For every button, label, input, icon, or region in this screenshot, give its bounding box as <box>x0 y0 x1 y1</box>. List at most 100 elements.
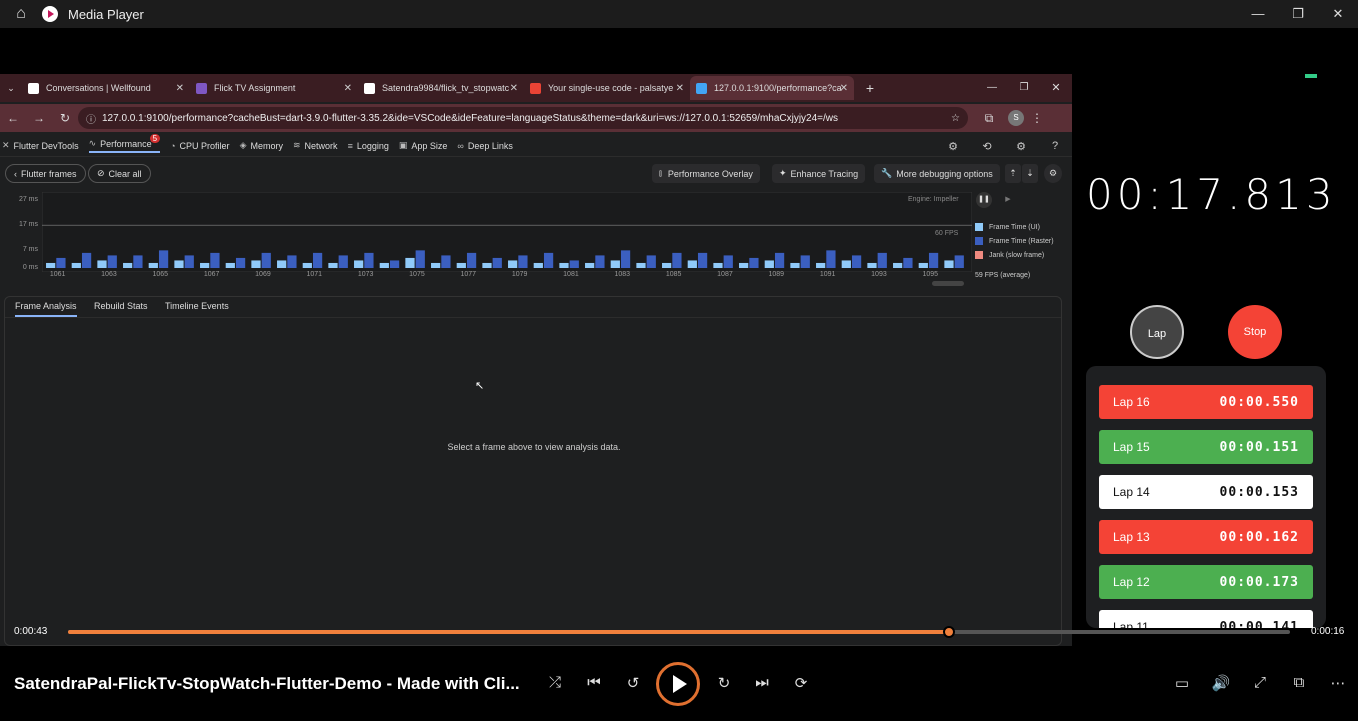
clear-all-button[interactable]: ⊘ Clear all <box>88 164 151 183</box>
download-icon[interactable]: ⇣ <box>1022 164 1038 183</box>
ui-frame-bar[interactable] <box>200 262 210 268</box>
ui-frame-bar[interactable] <box>739 262 749 268</box>
ui-frame-bar[interactable] <box>636 262 646 268</box>
raster-frame-bar[interactable] <box>56 257 66 268</box>
raster-frame-bar[interactable] <box>389 260 400 268</box>
ui-frame-bar[interactable] <box>867 262 877 268</box>
home-icon[interactable]: ⌂ <box>0 5 42 23</box>
ui-frame-bar[interactable] <box>71 262 81 268</box>
ui-frame-bar[interactable] <box>790 262 800 268</box>
pause-icon[interactable]: ❚❚ <box>976 192 992 208</box>
devtools-feedback-icon[interactable]: ⟲ <box>970 140 1004 153</box>
chart-scrollbar[interactable] <box>932 281 964 286</box>
browser-minimize-icon[interactable]: — <box>976 74 1008 102</box>
resume-icon[interactable]: ▶ <box>1002 192 1014 208</box>
ui-frame-bar[interactable] <box>944 260 954 268</box>
seek-thumb[interactable] <box>943 626 956 638</box>
ui-frame-bar[interactable] <box>354 260 364 268</box>
raster-frame-bar[interactable] <box>774 252 785 268</box>
subtab-rebuild-stats[interactable]: Rebuild Stats <box>94 301 148 311</box>
ui-frame-bar[interactable] <box>148 262 158 268</box>
volume-icon[interactable]: 🔊 <box>1209 674 1233 692</box>
ui-frame-bar[interactable] <box>277 260 287 268</box>
devtools-settings-gear-icon[interactable]: ⚙ <box>936 140 970 153</box>
raster-frame-bar[interactable] <box>543 252 554 268</box>
ui-frame-bar[interactable] <box>46 262 56 268</box>
previous-icon[interactable]: ⏮ <box>582 674 606 691</box>
raster-frame-bar[interactable] <box>672 252 682 268</box>
raster-frame-bar[interactable] <box>903 257 913 268</box>
ui-frame-bar[interactable] <box>841 260 851 268</box>
export-icon[interactable]: ⇡ <box>1005 164 1021 183</box>
subtab-frame-analysis[interactable]: Frame Analysis <box>15 301 77 317</box>
raster-frame-bar[interactable] <box>723 255 733 268</box>
ui-frame-bar[interactable] <box>713 262 723 268</box>
rewind-10-icon[interactable]: ↺ <box>621 674 645 692</box>
devtools-help-icon[interactable]: ? <box>1038 140 1072 152</box>
ui-frame-bar[interactable] <box>559 262 569 268</box>
raster-frame-bar[interactable] <box>954 255 964 268</box>
raster-frame-bar[interactable] <box>338 255 348 268</box>
raster-frame-bar[interactable] <box>492 257 502 268</box>
ui-frame-bar[interactable] <box>533 262 543 268</box>
mini-player-icon[interactable]: ⧉ <box>1287 674 1311 691</box>
ui-frame-bar[interactable] <box>123 262 133 268</box>
more-options-icon[interactable]: ⋯ <box>1326 674 1350 692</box>
ui-frame-bar[interactable] <box>662 262 672 268</box>
back-arrow-icon[interactable]: ← <box>0 111 26 125</box>
devtools-options-gear-icon[interactable]: ⚙ <box>1004 140 1038 153</box>
tab-close-icon[interactable]: ✕ <box>840 83 848 94</box>
raster-frame-bar[interactable] <box>928 252 939 268</box>
browser-menu-icon[interactable]: ⋮ <box>1024 111 1050 125</box>
raster-frame-bar[interactable] <box>646 255 656 268</box>
ui-frame-bar[interactable] <box>687 260 697 268</box>
devtools-tab-network[interactable]: ≋ Network <box>293 140 338 151</box>
devtools-tab-app-size[interactable]: ▣ App Size <box>399 140 448 151</box>
bookmark-star-icon[interactable]: ☆ <box>951 113 960 124</box>
subtab-timeline-events[interactable]: Timeline Events <box>165 301 229 311</box>
browser-tab[interactable]: Your single-use code - palsatye ✕ <box>524 76 690 100</box>
ui-frame-bar[interactable] <box>97 260 107 268</box>
raster-frame-bar[interactable] <box>851 255 862 268</box>
raster-frame-bar[interactable] <box>81 252 92 268</box>
ui-frame-bar[interactable] <box>508 260 518 268</box>
devtools-tab-memory[interactable]: ◈ Memory <box>240 140 283 151</box>
ui-frame-bar[interactable] <box>893 262 903 268</box>
devtools-tab-cpu-profiler[interactable]: ◔ CPU Profiler <box>170 141 229 151</box>
close-icon[interactable]: ✕ <box>1318 0 1358 28</box>
raster-frame-bar[interactable] <box>749 257 759 268</box>
browser-maximize-icon[interactable]: ❐ <box>1008 74 1040 102</box>
minimize-icon[interactable]: — <box>1238 0 1278 28</box>
devtools-tab-deep-links[interactable]: ∞ Deep Links <box>457 141 512 151</box>
tab-close-icon[interactable]: ✕ <box>676 83 684 94</box>
maximize-icon[interactable]: ❐ <box>1278 0 1318 28</box>
raster-frame-bar[interactable] <box>158 250 169 268</box>
enhance-tracing-button[interactable]: ✦ Enhance Tracing <box>772 164 866 183</box>
raster-frame-bar[interactable] <box>595 255 605 268</box>
site-info-icon[interactable]: ⓘ <box>86 111 96 126</box>
ui-frame-bar[interactable] <box>302 262 312 268</box>
raster-frame-bar[interactable] <box>261 252 271 268</box>
fullscreen-icon[interactable]: ⤢ <box>1248 674 1272 691</box>
raster-frame-bar[interactable] <box>235 257 246 268</box>
ui-frame-bar[interactable] <box>174 260 184 268</box>
raster-frame-bar[interactable] <box>800 255 810 268</box>
ui-frame-bar[interactable] <box>456 262 466 268</box>
raster-frame-bar[interactable] <box>133 255 143 268</box>
raster-frame-bar[interactable] <box>877 252 887 268</box>
raster-frame-bar[interactable] <box>312 252 323 268</box>
browser-close-icon[interactable]: ✕ <box>1040 74 1072 102</box>
ui-frame-bar[interactable] <box>251 260 261 268</box>
new-tab-plus-icon[interactable]: + <box>860 80 880 96</box>
tab-close-icon[interactable]: ✕ <box>344 83 352 94</box>
raster-frame-bar[interactable] <box>518 255 528 268</box>
settings-gear-icon[interactable]: ⚙ <box>1044 164 1062 183</box>
next-icon[interactable]: ⏭ <box>750 674 774 691</box>
ui-frame-bar[interactable] <box>585 262 595 268</box>
browser-tab[interactable]: Satendra9984/flick_tv_stopwatc ✕ <box>358 76 524 100</box>
play-button[interactable] <box>656 662 700 706</box>
repeat-icon[interactable]: ⟳ <box>789 674 813 692</box>
devtools-tab-flutter-devtools[interactable]: ✕ Flutter DevTools <box>2 140 79 151</box>
raster-frame-bar[interactable] <box>210 252 220 268</box>
raster-frame-bar[interactable] <box>466 252 477 268</box>
